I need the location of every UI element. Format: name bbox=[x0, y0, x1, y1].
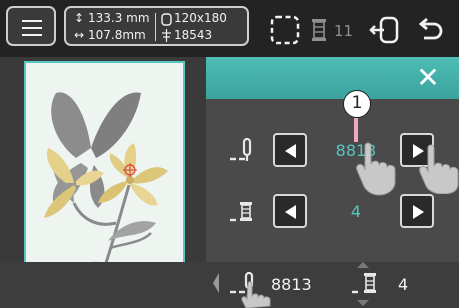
menu-button[interactable] bbox=[6, 6, 56, 46]
stitch-count-icon bbox=[162, 29, 171, 42]
scroll-up-icon[interactable] bbox=[356, 262, 370, 268]
thread-prev-button[interactable] bbox=[273, 194, 307, 228]
scroll-left-icon[interactable] bbox=[212, 272, 220, 294]
thread-next-button[interactable] bbox=[400, 194, 434, 228]
callout-number: 1 bbox=[343, 90, 371, 118]
scroll-down-icon[interactable] bbox=[356, 300, 370, 306]
height-arrow-icon: ↕ bbox=[74, 11, 85, 25]
height-value: 133.3 mm bbox=[88, 11, 150, 25]
frame-icon bbox=[161, 13, 172, 26]
close-icon[interactable]: ✕ bbox=[412, 62, 444, 94]
menu-line-icon bbox=[22, 20, 42, 22]
arrow-right-icon bbox=[413, 205, 424, 219]
width-arrow-icon: ↔ bbox=[74, 28, 85, 42]
arrow-left-icon bbox=[285, 144, 296, 158]
menu-line-icon bbox=[22, 34, 42, 36]
hand-pointer-icon bbox=[356, 142, 396, 196]
selection-frame-icon[interactable] bbox=[270, 15, 300, 45]
callout-line bbox=[354, 118, 358, 142]
stitch-count-value: 18543 bbox=[174, 28, 213, 42]
hand-pointer-icon bbox=[419, 144, 459, 194]
frame-size-value: 120x180 bbox=[174, 11, 227, 25]
color-prev-button[interactable] bbox=[273, 133, 307, 167]
bottom-color-code: 8813 bbox=[271, 275, 312, 294]
design-info-box[interactable]: ↕ 133.3 mm ↔ 107.8mm 120x180 18543 bbox=[64, 6, 249, 46]
width-value: 107.8mm bbox=[88, 28, 146, 42]
bottom-thread-number: 4 bbox=[398, 275, 409, 294]
undo-icon[interactable] bbox=[416, 16, 446, 44]
frame-move-icon[interactable] bbox=[368, 14, 402, 46]
menu-line-icon bbox=[22, 27, 42, 29]
thread-number-value: 4 bbox=[350, 202, 362, 221]
thread-number-icon bbox=[352, 273, 376, 294]
thread-count: 11 bbox=[334, 22, 354, 40]
thread-spool-icon bbox=[312, 19, 326, 41]
thread-number-icon bbox=[230, 202, 252, 222]
arrow-left-icon bbox=[285, 205, 296, 219]
hand-pointer-icon bbox=[241, 281, 271, 308]
bottom-bar-left bbox=[0, 262, 206, 308]
info-divider bbox=[155, 13, 156, 41]
needle-color-icon bbox=[230, 137, 252, 161]
